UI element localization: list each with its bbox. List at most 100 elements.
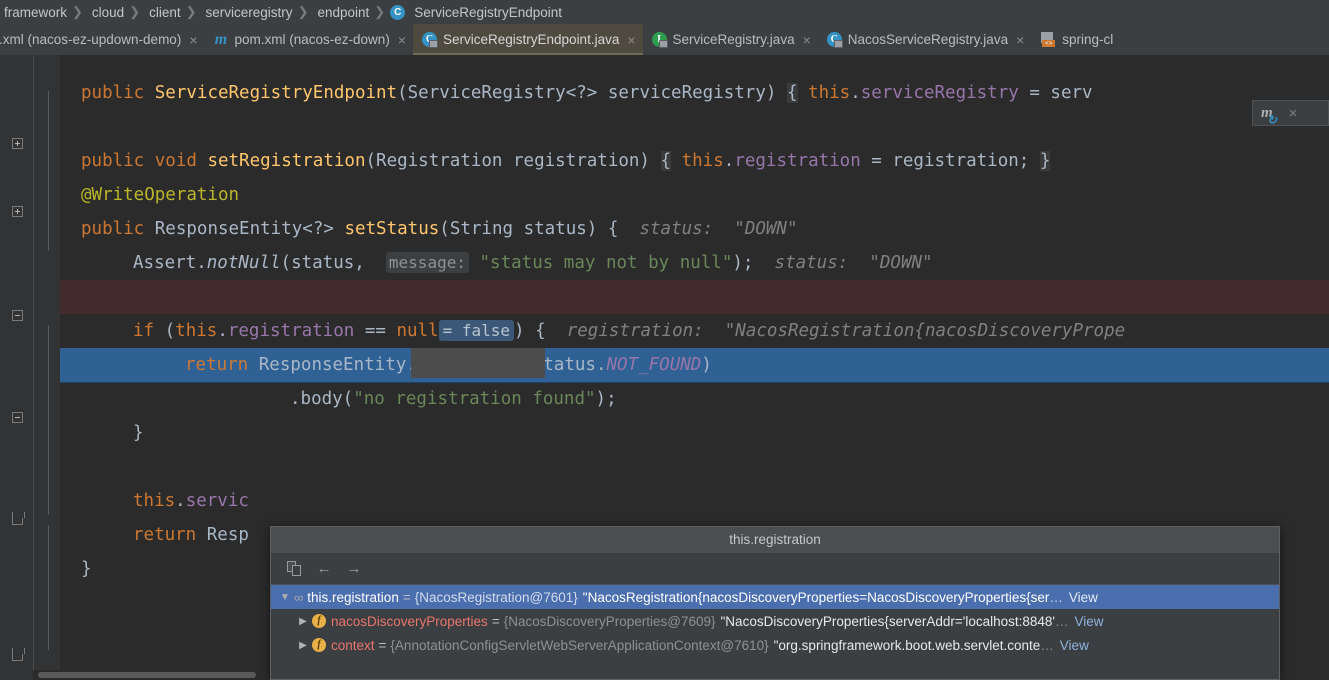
code-token: ) {	[514, 321, 567, 341]
tab-close-icon[interactable]: ×	[627, 33, 635, 47]
code-token: "no registration found"	[353, 389, 596, 409]
maven-reload-popup[interactable]: m ↻ ×	[1252, 100, 1329, 127]
code-token: ServiceRegistry	[407, 83, 566, 103]
tab-spring-cl[interactable]: <> spring-cl	[1031, 24, 1120, 55]
equals-sign: =	[402, 589, 411, 605]
sync-icon: ↻	[1267, 112, 1278, 127]
breadcrumb-separator: ❯	[185, 4, 197, 19]
java-interface-icon: I	[651, 32, 668, 48]
value-ellipsis: …	[1049, 589, 1063, 605]
code-token: Resp	[206, 525, 249, 545]
code-token: }	[1039, 151, 1051, 171]
variable-name: this.registration	[307, 589, 399, 605]
code-token: this	[808, 83, 851, 103]
fold-expand-icon[interactable]	[12, 138, 23, 149]
field-icon: f	[312, 638, 326, 652]
breadcrumb-item-current[interactable]: ServiceRegistryEndpoint	[410, 5, 563, 20]
twisty-collapsed-icon[interactable]: ▶	[295, 616, 311, 627]
breadcrumb-item-2[interactable]: client	[145, 5, 182, 20]
back-arrow-icon[interactable]: ←	[313, 559, 335, 579]
variable-row-context[interactable]: ▶ f context = {AnnotationConfigServletWe…	[271, 633, 1279, 657]
code-token: = registration;	[860, 151, 1040, 171]
twisty-expanded-icon[interactable]: ▼	[277, 592, 293, 603]
tab-close-icon[interactable]: ×	[189, 33, 197, 47]
code-token: )	[701, 355, 712, 375]
code-token: return	[185, 355, 259, 375]
code-token: {	[660, 151, 672, 171]
breadcrumb-separator: ❯	[129, 4, 141, 19]
copy-value-icon[interactable]	[283, 559, 305, 579]
code-line: @WriteOperation	[81, 178, 239, 212]
view-link[interactable]: View	[1060, 638, 1089, 653]
variables-tree[interactable]: ▼ ∞ this.registration = {NacosRegistrati…	[271, 585, 1279, 657]
code-token: this	[681, 151, 724, 171]
fold-expand-icon[interactable]	[12, 206, 23, 217]
code-token: (status,	[280, 253, 365, 273]
fold-collapse-icon[interactable]	[12, 412, 23, 423]
breadcrumb-item-1[interactable]: cloud	[88, 5, 125, 20]
maven-reload-icon[interactable]: m ↻	[1261, 105, 1277, 127]
variable-type: {NacosRegistration@7601}	[414, 589, 578, 605]
xml-file-icon: <>	[1040, 32, 1056, 47]
breadcrumb: framework ❯ cloud ❯ client ❯ serviceregi…	[0, 0, 1329, 24]
equals-sign: =	[378, 637, 387, 653]
fold-region-end-icon[interactable]	[12, 649, 23, 661]
view-link[interactable]: View	[1075, 614, 1104, 629]
code-token: servic	[185, 491, 249, 511]
code-token: Assert	[133, 253, 197, 273]
variable-name: context	[331, 637, 375, 653]
code-structure-line	[48, 525, 49, 650]
tab-pom-xml-nacos-ez-down[interactable]: m pom.xml (nacos-ez-down) ×	[205, 24, 413, 55]
variable-name: nacosDiscoveryProperties	[331, 613, 488, 629]
view-link[interactable]: View	[1069, 590, 1098, 605]
maven-icon: m	[214, 31, 228, 48]
tab-service-registry-endpoint-java[interactable]: C ServiceRegistryEndpoint.java ×	[413, 24, 643, 55]
variable-row-nacos-discovery-properties[interactable]: ▶ f nacosDiscoveryProperties = {NacosDis…	[271, 609, 1279, 633]
code-token: .	[217, 321, 228, 341]
tab-xml-nacos-ez-updown-demo[interactable]: <> .xml (nacos-ez-updown-demo) ×	[0, 24, 205, 55]
code-token: registration: "NacosRegistration{nacosDi…	[566, 321, 1126, 341]
code-token: );	[732, 253, 754, 273]
code-token: NOT_FOUND	[606, 355, 702, 375]
tab-label: ServiceRegistryEndpoint.java	[443, 32, 620, 47]
breadcrumb-item-3[interactable]: serviceregistry	[202, 5, 294, 20]
tab-label: NacosServiceRegistry.java	[847, 32, 1009, 47]
tab-close-icon[interactable]: ×	[1016, 33, 1024, 47]
scrollbar-thumb[interactable]	[38, 672, 256, 678]
code-token: registration)	[502, 151, 661, 171]
tab-close-icon[interactable]: ×	[803, 33, 811, 47]
tab-label: pom.xml (nacos-ez-down)	[234, 32, 390, 47]
code-token: this	[175, 321, 218, 341]
code-token: @WriteOperation	[81, 185, 240, 205]
code-token: notNull	[206, 253, 281, 273]
code-token: .	[723, 151, 735, 171]
breadcrumb-item-0[interactable]: framework	[0, 5, 68, 20]
tab-close-icon[interactable]: ×	[398, 33, 406, 47]
code-token: }	[81, 559, 92, 579]
code-token: public	[81, 83, 155, 103]
field-icon: f	[312, 614, 326, 628]
code-token: );	[595, 389, 617, 409]
fold-collapse-icon[interactable]	[12, 310, 23, 321]
code-token: .body(	[290, 389, 354, 409]
code-token: <?>	[302, 219, 345, 239]
code-token: ResponseEntity	[258, 355, 407, 375]
code-token: status: "DOWN"	[753, 253, 933, 273]
code-token: = serv	[1018, 83, 1093, 103]
twisty-collapsed-icon[interactable]: ▶	[295, 640, 311, 651]
forward-arrow-icon[interactable]: →	[343, 559, 365, 579]
code-token: this	[133, 491, 176, 511]
tab-nacos-service-registry-java[interactable]: C NacosServiceRegistry.java ×	[818, 24, 1032, 55]
popup-toolbar: ← →	[271, 553, 1279, 585]
close-icon[interactable]: ×	[1289, 105, 1298, 122]
tab-service-registry-java[interactable]: I ServiceRegistry.java ×	[643, 24, 818, 55]
fold-region-end-icon[interactable]	[12, 513, 23, 525]
code-token: String	[449, 219, 514, 239]
code-token: .	[175, 491, 186, 511]
variable-row-this-registration[interactable]: ▼ ∞ this.registration = {NacosRegistrati…	[271, 585, 1279, 609]
breadcrumb-item-4[interactable]: endpoint	[313, 5, 370, 20]
debugger-value-popup[interactable]: this.registration ← → ▼ ∞ this.registrat…	[270, 526, 1280, 680]
